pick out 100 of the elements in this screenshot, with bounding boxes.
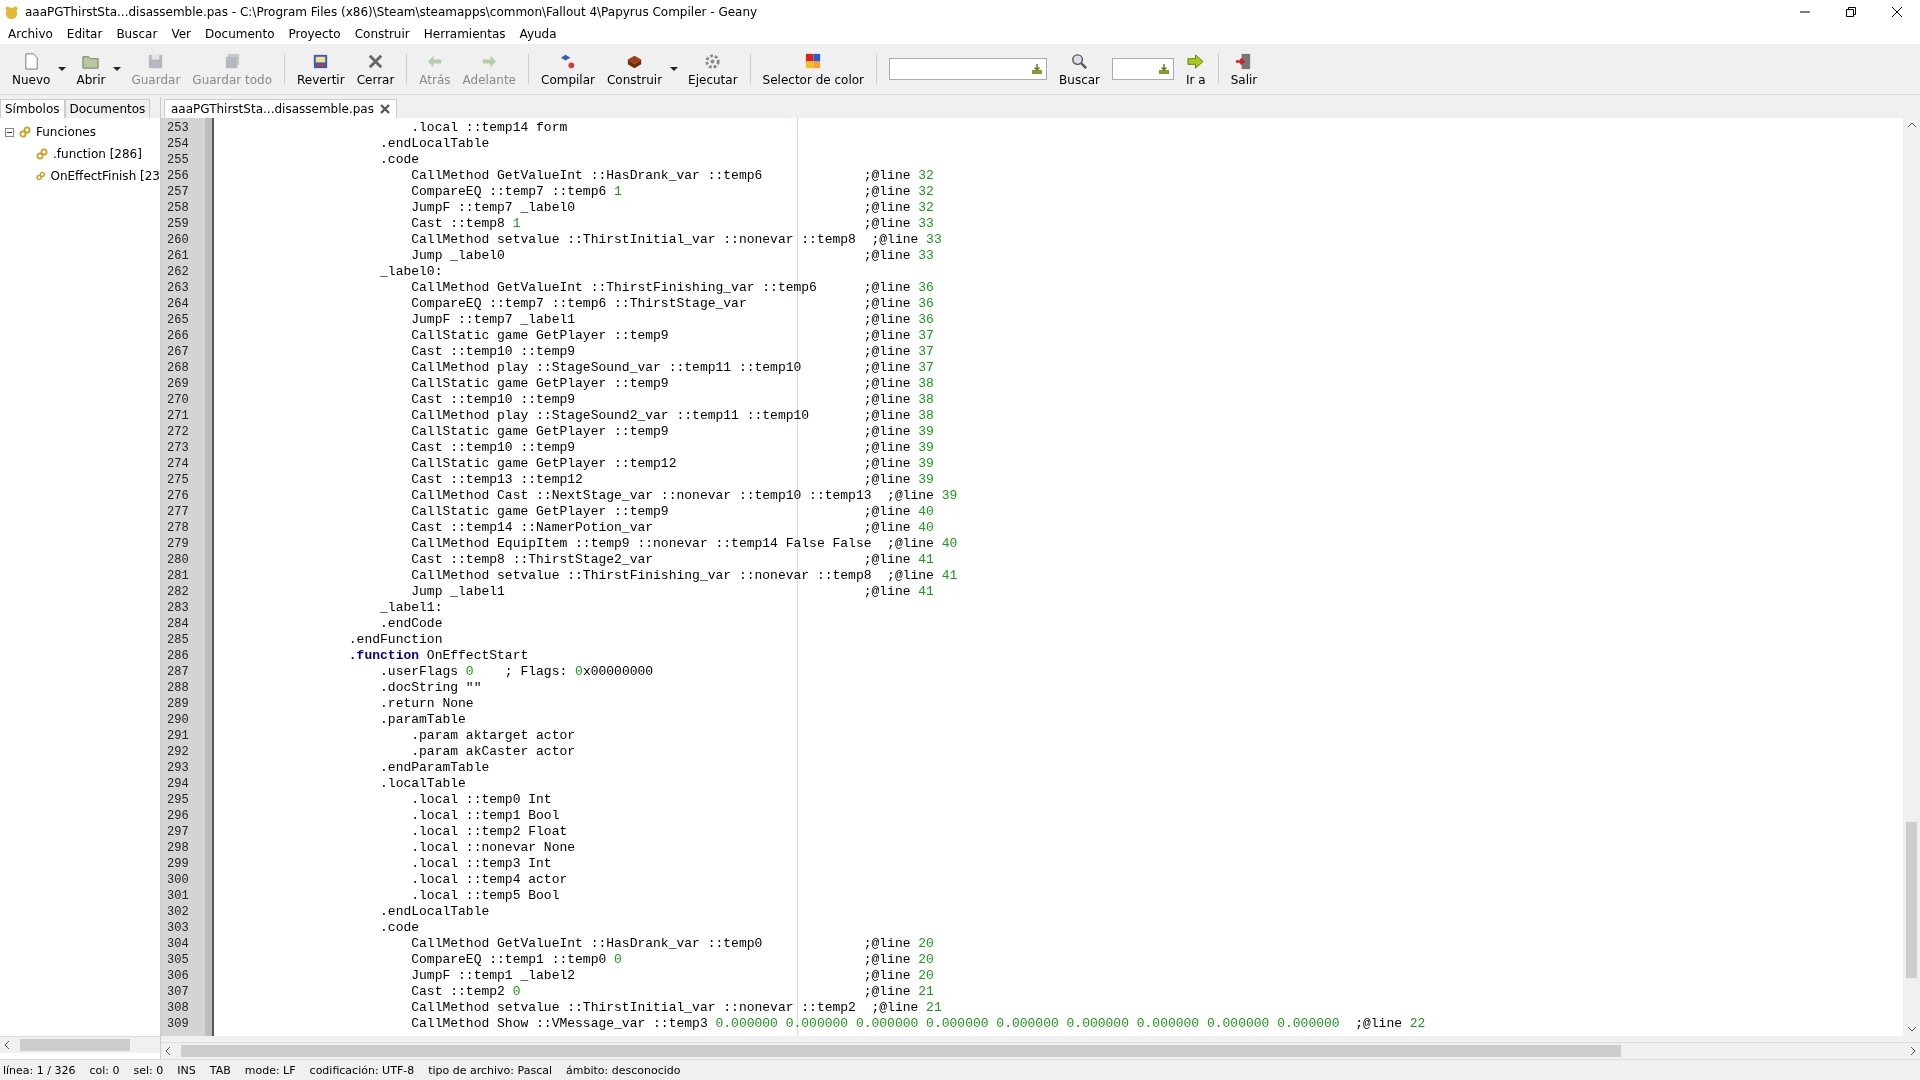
code-line: .local ::nonevar None <box>410 840 577 856</box>
tree-item[interactable]: OnEffectFinish [23 <box>50 169 160 183</box>
line-number: 304 <box>166 936 190 952</box>
document-tab[interactable]: aaaPGThirstSta...disassemble.pas <box>164 99 397 118</box>
sidebar-tab[interactable]: Símbolos <box>0 99 65 118</box>
line-number: 278 <box>166 520 190 536</box>
code-line: Cast ::temp13 ::temp12 <box>410 472 584 488</box>
code-line: .local ::temp0 Int <box>410 792 553 808</box>
code-comment: ;@line 41 <box>863 552 934 568</box>
toolbar-button[interactable]: Selector de color <box>756 49 871 89</box>
toolbar-button[interactable]: Ejecutar <box>682 49 744 89</box>
search-field[interactable] <box>1112 58 1175 80</box>
toolbar-button[interactable]: Compilar <box>535 49 601 89</box>
link-icon <box>19 126 31 138</box>
line-number: 295 <box>166 792 190 808</box>
line-number: 267 <box>166 344 190 360</box>
line-number: 263 <box>166 280 190 296</box>
scrollbar-thumb[interactable] <box>1906 822 1917 978</box>
code-line: Cast ::temp8 1 <box>410 216 522 232</box>
toolbar-button[interactable]: Buscar <box>1053 49 1107 89</box>
code-line: .endLocalTable <box>379 904 491 920</box>
scroll-left-icon[interactable] <box>165 1047 171 1055</box>
menu-item[interactable]: Documento <box>204 27 275 41</box>
tree-item[interactable]: Funciones <box>36 125 96 139</box>
menu-item[interactable]: Proyecto <box>288 27 341 41</box>
code-line: .endFunction <box>347 632 444 648</box>
code-comment: ;@line 37 <box>863 328 934 344</box>
line-number: 282 <box>166 584 190 600</box>
line-number: 254 <box>166 136 190 152</box>
line-number: 290 <box>166 712 190 728</box>
line-number: 258 <box>166 200 190 216</box>
code-comment: ;@line 40 <box>887 536 958 552</box>
dropdown-arrow-icon[interactable] <box>58 67 67 71</box>
scroll-right-icon[interactable] <box>1910 1047 1916 1055</box>
line-number: 303 <box>166 920 190 936</box>
code-comment: ;@line 40 <box>863 504 934 520</box>
collapse-icon[interactable] <box>5 127 14 137</box>
code-line: Jump _label1 <box>410 584 506 600</box>
toolbar-button[interactable]: Construir <box>601 49 669 89</box>
toolbar-button[interactable]: Cerrar <box>350 49 401 89</box>
toolbar-button[interactable]: Ir a <box>1180 49 1212 89</box>
line-number: 300 <box>166 872 190 888</box>
scroll-up-icon[interactable] <box>1907 122 1916 128</box>
code-comment: ;@line 21 <box>863 984 934 1000</box>
scroll-left-icon[interactable] <box>4 1041 10 1049</box>
scrollbar-thumb[interactable] <box>181 1045 1621 1057</box>
menu-item[interactable]: Construir <box>354 27 410 41</box>
code-line: .function OnEffectStart <box>347 648 530 664</box>
menu-item[interactable]: Editar <box>66 27 103 41</box>
menu-item[interactable]: Herramientas <box>423 27 506 41</box>
code-line: Cast ::temp10 ::temp9 <box>410 344 577 360</box>
line-number: 305 <box>166 952 190 968</box>
code-line: CallStatic game GetPlayer ::temp9 <box>410 424 670 440</box>
line-number: 299 <box>166 856 190 872</box>
line-number: 308 <box>166 1000 190 1016</box>
menu-item[interactable]: Archivo <box>8 27 53 41</box>
code-line: CallStatic game GetPlayer ::temp9 <box>410 376 670 392</box>
sidebar-tab[interactable]: Documentos <box>64 99 151 118</box>
tree-item[interactable]: .function [286] <box>53 147 142 161</box>
code-line: CallMethod Show ::VMessage_var ::temp3 0.000000 0.000000 0.000000 0.000000 0.000000 0.000000 0.000000 0.000000 0.000000 <box>410 1016 1341 1032</box>
menu-item[interactable]: Ayuda <box>519 27 557 41</box>
code-comment: ;@line 39 <box>863 440 934 456</box>
close-icon[interactable] <box>379 104 390 114</box>
dropdown-arrow-icon[interactable] <box>113 67 122 71</box>
code-comment: ;@line 39 <box>863 424 934 440</box>
line-number: 275 <box>166 472 190 488</box>
line-number: 309 <box>166 1016 190 1032</box>
link-icon <box>36 148 48 160</box>
restore-icon[interactable] <box>1846 7 1856 17</box>
code-line: CallMethod setvalue ::ThirstInitial_var ::nonevar ::temp2 <box>410 1000 857 1016</box>
line-number: 270 <box>166 392 190 408</box>
line-number: 277 <box>166 504 190 520</box>
line-number: 289 <box>166 696 190 712</box>
line-number: 280 <box>166 552 190 568</box>
code-comment: ;@line 39 <box>887 488 958 504</box>
code-line: CallStatic game GetPlayer ::temp9 <box>410 504 670 520</box>
close-icon[interactable] <box>1892 7 1902 17</box>
toolbar-button[interactable]: Abrir <box>70 49 112 89</box>
code-line: JumpF ::temp7 _label0 <box>410 200 577 216</box>
toolbar-button[interactable]: Salir <box>1224 49 1264 89</box>
scroll-down-icon[interactable] <box>1907 1026 1916 1032</box>
code-comment: ;@line 36 <box>863 312 934 328</box>
code-line: .param aktarget actor <box>410 728 577 744</box>
scrollbar-thumb[interactable] <box>20 1039 130 1051</box>
search-field[interactable] <box>889 58 1048 80</box>
download-icon <box>1158 63 1171 75</box>
menu-item[interactable]: Buscar <box>116 27 158 41</box>
toolbar-button[interactable]: Nuevo <box>6 49 57 89</box>
code-comment: ;@line 33 <box>871 232 942 248</box>
menu-item[interactable]: Ver <box>171 27 191 41</box>
code-line: CallMethod setvalue ::ThirstInitial_var ::nonevar ::temp8 <box>410 232 857 248</box>
code-comment: ;@line 37 <box>863 360 934 376</box>
code-line: _label1: <box>379 600 444 616</box>
line-number: 272 <box>166 424 190 440</box>
code-comment: ;@line 20 <box>863 968 934 984</box>
code-comment: ;@line 32 <box>863 200 934 216</box>
code-line: .local ::temp4 actor <box>410 872 569 888</box>
line-number: 276 <box>166 488 190 504</box>
toolbar-button[interactable]: Revertir <box>291 49 351 89</box>
dropdown-arrow-icon[interactable] <box>670 67 679 71</box>
